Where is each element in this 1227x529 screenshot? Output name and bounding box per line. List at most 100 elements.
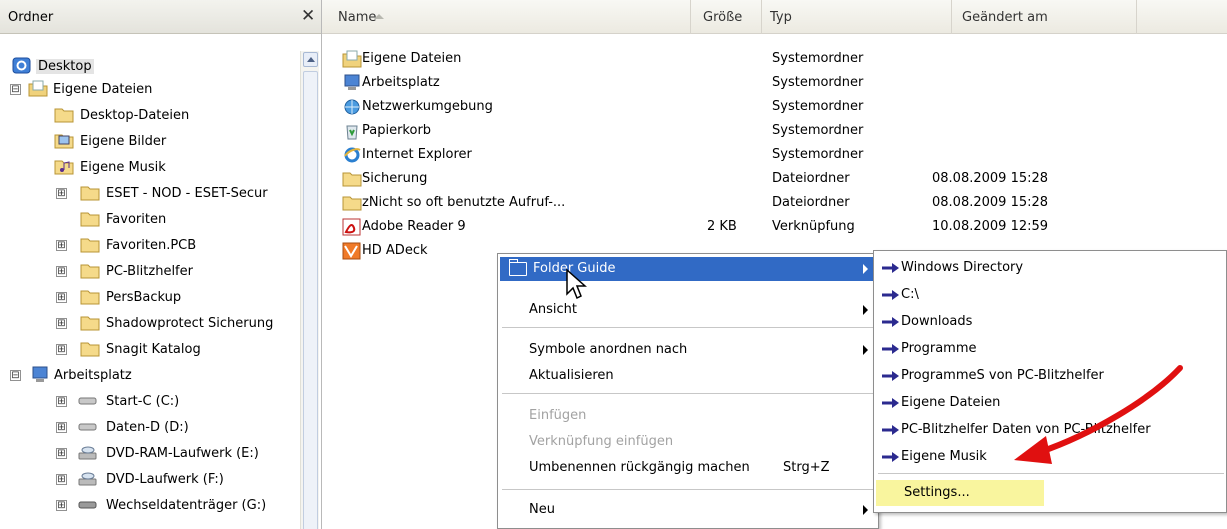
- menu-item-label: Einfügen: [529, 408, 587, 423]
- file-row-internet-explorer[interactable]: Internet Explorer Systemordner: [322, 144, 1122, 168]
- file-row-arbeitsplatz[interactable]: Arbeitsplatz Systemordner: [322, 72, 1122, 96]
- folder-icon: [80, 238, 100, 253]
- scrollbar-thumb[interactable]: [303, 71, 318, 529]
- column-size-label: Größe: [703, 10, 743, 25]
- menu-item-umbenennen-rueckgaengig[interactable]: Umbenennen rückgängig machen Strg+Z: [500, 456, 876, 480]
- tree-item-label: Favoriten: [106, 212, 167, 227]
- expand-icon[interactable]: ⊞: [56, 344, 67, 355]
- menu-separator: [502, 489, 874, 490]
- tree-item-label: Daten-D (D:): [106, 420, 189, 435]
- computer-icon: [32, 366, 48, 382]
- collapse-icon[interactable]: ⊟: [10, 370, 21, 381]
- menu-item-aktualisieren[interactable]: Aktualisieren: [500, 364, 876, 388]
- submenu-item-label: C:\: [901, 287, 919, 302]
- file-row-papierkorb[interactable]: Papierkorb Systemordner: [322, 120, 1122, 144]
- computer-icon: [344, 74, 360, 90]
- folder-icon: [80, 264, 100, 279]
- tree-item-label: Eigene Bilder: [80, 134, 167, 149]
- column-header-bar: Name Größe Typ Geändert am: [322, 0, 1227, 34]
- expand-icon[interactable]: ⊞: [56, 318, 67, 329]
- submenu-item-c-drive[interactable]: C:\: [876, 282, 1226, 308]
- submenu-arrow-icon: [863, 505, 868, 515]
- file-type: Systemordner: [772, 99, 864, 114]
- submenu-item-label: Settings...: [904, 485, 970, 500]
- expand-icon[interactable]: ⊞: [56, 266, 67, 277]
- menu-item-symbole-anordnen[interactable]: Symbole anordnen nach: [500, 338, 876, 362]
- dvd-drive-icon: [78, 472, 97, 486]
- submenu-arrow-icon: [863, 345, 868, 355]
- column-name-label: Name: [338, 10, 377, 25]
- scroll-up-icon[interactable]: [303, 52, 318, 67]
- arrow-right-icon: [882, 452, 899, 462]
- column-header-type[interactable]: Typ: [762, 0, 952, 34]
- desktop-icon: [12, 57, 31, 74]
- menu-item-verknuepfung-einfuegen[interactable]: Verknüpfung einfügen: [500, 430, 876, 454]
- file-row-eigene-dateien[interactable]: Eigene Dateien Systemordner: [322, 48, 1122, 72]
- menu-item-folder-guide[interactable]: Folder Guide: [500, 257, 876, 281]
- tree-item-label: PC-Blitzhelfer: [106, 264, 193, 279]
- file-type: Systemordner: [772, 123, 864, 138]
- file-name: Papierkorb: [362, 123, 432, 138]
- expand-icon[interactable]: ⊞: [56, 240, 67, 251]
- file-row-sicherung[interactable]: Sicherung Dateiordner 08.08.2009 15:28: [322, 168, 1122, 192]
- menu-item-einfuegen[interactable]: Einfügen: [500, 404, 876, 428]
- close-icon[interactable]: ✕: [301, 6, 315, 26]
- menu-item-label: Verknüpfung einfügen: [529, 434, 674, 449]
- file-row-adobe-reader[interactable]: Adobe Reader 9 2 KB Verknüpfung 10.08.20…: [322, 216, 1122, 240]
- file-row-netzwerkumgebung[interactable]: Netzwerkumgebung Systemordner: [322, 96, 1122, 120]
- file-type: Verknüpfung: [772, 219, 855, 234]
- menu-item-neu[interactable]: Neu: [500, 498, 876, 522]
- removable-drive-icon: [78, 501, 97, 509]
- submenu-item-windows-directory[interactable]: Windows Directory: [876, 255, 1226, 281]
- tree-item-label: ESET - NOD - ESET-Secur: [106, 186, 268, 201]
- file-name: Netzwerkumgebung: [362, 99, 493, 114]
- menu-item-label: Neu: [529, 502, 555, 517]
- menu-item-label: Symbole anordnen nach: [529, 342, 688, 357]
- submenu-item-label: Windows Directory: [901, 260, 1024, 275]
- tree-item-label: Snagit Katalog: [106, 342, 201, 357]
- tree-item-label: Eigene Musik: [80, 160, 166, 175]
- arrow-right-icon: [882, 425, 899, 435]
- expand-icon[interactable]: ⊞: [56, 448, 67, 459]
- expand-icon[interactable]: ⊞: [56, 292, 67, 303]
- column-header-modified[interactable]: Geändert am: [952, 0, 1137, 34]
- menu-separator: [502, 393, 874, 394]
- folder-icon: [342, 196, 362, 211]
- submenu-item-settings[interactable]: Settings...: [876, 480, 1044, 506]
- tree-item-label: PersBackup: [106, 290, 182, 305]
- submenu-item-label: Eigene Dateien: [901, 395, 1001, 410]
- tree-item-label: Arbeitsplatz: [54, 368, 132, 383]
- submenu-item-downloads[interactable]: Downloads: [876, 309, 1226, 335]
- menu-item-ansicht[interactable]: Ansicht: [500, 298, 876, 322]
- file-modified: 08.08.2009 15:28: [932, 195, 1049, 210]
- folder-icon: [80, 186, 100, 201]
- recycle-bin-icon: [346, 125, 358, 140]
- file-type: Systemordner: [772, 75, 864, 90]
- tree-scrollbar[interactable]: [300, 51, 319, 529]
- file-type: Systemordner: [772, 147, 864, 162]
- expand-icon[interactable]: ⊞: [56, 422, 67, 433]
- tree-item-label: Eigene Dateien: [53, 82, 153, 97]
- hard-drive-icon: [78, 423, 97, 431]
- folder-music-icon: [54, 160, 74, 175]
- file-type: Systemordner: [772, 51, 864, 66]
- tree-item-label: Start-C (C:): [106, 394, 180, 409]
- arrow-right-icon: [882, 263, 899, 273]
- expand-icon[interactable]: ⊞: [56, 396, 67, 407]
- menu-separator: [878, 473, 1224, 474]
- submenu-item-programme[interactable]: Programme: [876, 336, 1226, 362]
- tree-item-label: Desktop-Dateien: [80, 108, 190, 123]
- collapse-icon[interactable]: ⊟: [10, 84, 21, 95]
- menu-separator: [502, 327, 874, 328]
- expand-icon[interactable]: ⊞: [56, 188, 67, 199]
- file-name: zNicht so oft benutzte Aufruf-...: [362, 195, 566, 210]
- file-row-znicht[interactable]: zNicht so oft benutzte Aufruf-... Dateio…: [322, 192, 1122, 216]
- tree-item-label: Shadowprotect Sicherung: [106, 316, 274, 331]
- arrow-right-icon: [882, 290, 899, 300]
- expand-icon[interactable]: ⊞: [56, 474, 67, 485]
- expand-icon[interactable]: ⊞: [56, 500, 67, 511]
- file-name: Sicherung: [362, 171, 428, 186]
- column-header-size[interactable]: Größe: [690, 0, 762, 34]
- folder-tree-header: Ordner ✕: [0, 0, 321, 34]
- sort-ascending-icon: [374, 14, 384, 19]
